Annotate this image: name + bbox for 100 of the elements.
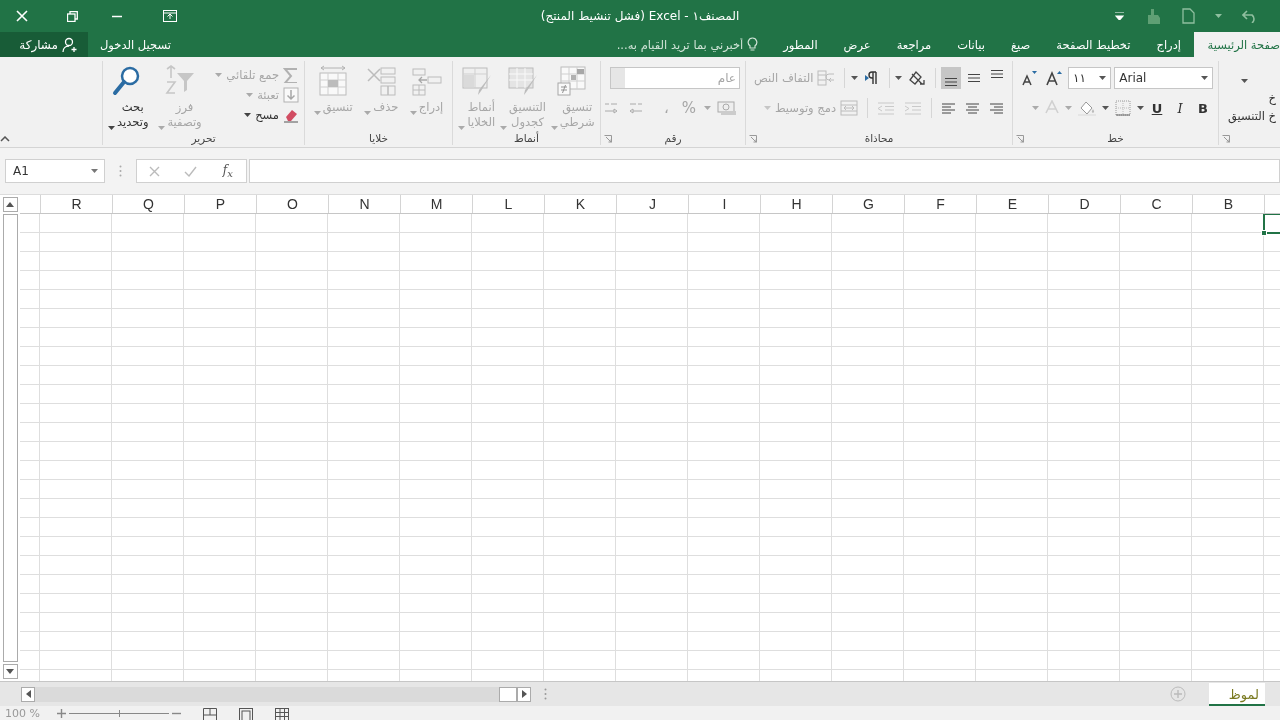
group-label: محاذاة bbox=[864, 132, 894, 144]
column-header[interactable]: H bbox=[760, 195, 832, 213]
column-header[interactable]: M bbox=[400, 195, 472, 213]
bottom-align-icon bbox=[944, 78, 958, 86]
undo-icon bbox=[1242, 9, 1258, 23]
borders-icon bbox=[1115, 100, 1131, 116]
grid-view-icon bbox=[274, 707, 289, 720]
caret-icon bbox=[364, 111, 372, 115]
window-title: المصنف١ - Excel (فشل تنشيط المنتج) bbox=[539, 9, 741, 23]
dialog-launcher-icon bbox=[604, 135, 612, 143]
ribbon-button[interactable]: خ bbox=[1268, 91, 1276, 105]
cell-grid[interactable] bbox=[20, 214, 1280, 681]
group-label: أنماط bbox=[514, 132, 539, 144]
group-label: تحرير bbox=[191, 132, 216, 144]
align-center-icon bbox=[965, 101, 980, 115]
insert-function-button[interactable]: f$_{x}$ bbox=[218, 162, 237, 180]
text-style-button[interactable]: I bbox=[1170, 100, 1190, 116]
ribbon-tab[interactable]: مراجعة bbox=[883, 32, 945, 57]
caret-icon bbox=[244, 113, 252, 117]
grow-font-icon bbox=[1046, 70, 1062, 86]
font-name-field[interactable]: Arial bbox=[1114, 67, 1213, 89]
increase-decimal-icon bbox=[627, 100, 644, 116]
scroll-up-button[interactable] bbox=[2, 197, 18, 212]
column-header[interactable]: I bbox=[688, 195, 760, 213]
caret-icon bbox=[158, 126, 166, 130]
plus-icon bbox=[56, 709, 66, 718]
column-header[interactable]: F bbox=[904, 195, 976, 213]
vertical-align-button[interactable] bbox=[941, 67, 961, 89]
up-arrow-icon bbox=[6, 202, 14, 207]
new-sheet-button[interactable] bbox=[1167, 683, 1189, 705]
column-header[interactable]: O bbox=[256, 195, 328, 213]
page-break-view-icon bbox=[202, 707, 217, 720]
ribbon-tab[interactable]: صيغ bbox=[997, 32, 1044, 57]
caret-icon bbox=[458, 126, 466, 130]
ribbon-tab[interactable]: بيانات bbox=[944, 32, 998, 57]
tell-me-field[interactable]: أخبرني بما تريد القيام به... bbox=[591, 32, 771, 57]
name-box[interactable]: A1 bbox=[5, 159, 105, 183]
caret-icon bbox=[1137, 106, 1144, 110]
fill-down-icon bbox=[283, 87, 299, 103]
sort-filter-icon bbox=[164, 65, 197, 97]
column-header[interactable]: R bbox=[40, 195, 112, 213]
font-size-field[interactable]: ١١ bbox=[1068, 67, 1112, 89]
outdent-icon bbox=[877, 101, 895, 115]
share-button[interactable]: مشاركة bbox=[0, 32, 88, 57]
share-label: مشاركة bbox=[19, 37, 58, 52]
paint-bucket-icon bbox=[1078, 100, 1096, 116]
ribbon-display-icon bbox=[163, 10, 177, 22]
caret-icon bbox=[850, 76, 858, 80]
ribbon-tab[interactable]: المطور bbox=[770, 32, 831, 57]
column-header[interactable]: E bbox=[976, 195, 1048, 213]
column-header[interactable]: C bbox=[1120, 195, 1192, 213]
column-header[interactable]: N bbox=[328, 195, 400, 213]
grip-icon bbox=[544, 688, 547, 700]
scroll-thumb[interactable] bbox=[499, 686, 517, 702]
column-header[interactable]: P bbox=[184, 195, 256, 213]
vertical-scrollbar[interactable] bbox=[0, 195, 20, 681]
ribbon-tab[interactable]: تخطيط الصفحة bbox=[1043, 32, 1144, 57]
middle-align-icon bbox=[967, 74, 981, 82]
page-layout-view-icon bbox=[238, 707, 253, 720]
decrease-decimal-icon bbox=[602, 100, 619, 116]
horizontal-scrollbar[interactable] bbox=[21, 686, 531, 702]
pilcrow-icon bbox=[863, 71, 880, 85]
caret-icon bbox=[108, 126, 115, 130]
column-header[interactable]: B bbox=[1192, 195, 1264, 213]
column-header[interactable]: K bbox=[544, 195, 616, 213]
text-style-button[interactable]: U bbox=[1147, 100, 1167, 116]
caret-icon bbox=[1215, 14, 1222, 18]
column-header[interactable]: G bbox=[832, 195, 904, 213]
scroll-down-button[interactable] bbox=[2, 664, 18, 679]
ribbon-tab[interactable]: إدراج bbox=[1143, 32, 1194, 57]
borders-button[interactable] bbox=[1112, 97, 1134, 119]
shrink-font-icon bbox=[1021, 70, 1037, 86]
scroll-right-button[interactable] bbox=[517, 686, 531, 702]
caret-icon bbox=[313, 111, 321, 115]
scroll-left-button[interactable] bbox=[21, 686, 35, 702]
ribbon-button[interactable]: خ التنسيق bbox=[1227, 109, 1276, 123]
text-style-button[interactable]: B bbox=[1193, 100, 1213, 116]
ribbon-tab[interactable]: صفحة الرئيسية bbox=[1194, 32, 1280, 57]
currency-icon bbox=[717, 100, 737, 116]
column-header[interactable]: D bbox=[1048, 195, 1120, 213]
collapse-ribbon-icon bbox=[0, 136, 10, 142]
caret-icon bbox=[704, 106, 711, 110]
caret-icon bbox=[215, 73, 223, 77]
dialog-launcher-icon bbox=[1222, 135, 1230, 143]
column-header[interactable]: J bbox=[616, 195, 688, 213]
orientation-icon bbox=[907, 70, 926, 86]
format-cells-icon bbox=[317, 65, 350, 97]
sign-in-link[interactable]: تسجيل الدخول bbox=[88, 32, 181, 57]
sheet-tab[interactable]: لموظ bbox=[1209, 682, 1265, 706]
column-header[interactable]: L bbox=[472, 195, 544, 213]
ribbon-tab[interactable]: عرض bbox=[830, 32, 884, 57]
group-label: رقم bbox=[664, 132, 682, 144]
ribbon-button[interactable]: بحث وتحديد bbox=[108, 65, 149, 131]
cancel-icon bbox=[149, 165, 161, 177]
column-header[interactable]: Q bbox=[112, 195, 184, 213]
wrap-text-icon bbox=[817, 70, 836, 86]
caret-icon bbox=[91, 169, 98, 173]
lightbulb-icon bbox=[747, 37, 759, 52]
ribbon-button[interactable]: مسح bbox=[211, 107, 299, 123]
formula-input[interactable] bbox=[249, 159, 1280, 183]
